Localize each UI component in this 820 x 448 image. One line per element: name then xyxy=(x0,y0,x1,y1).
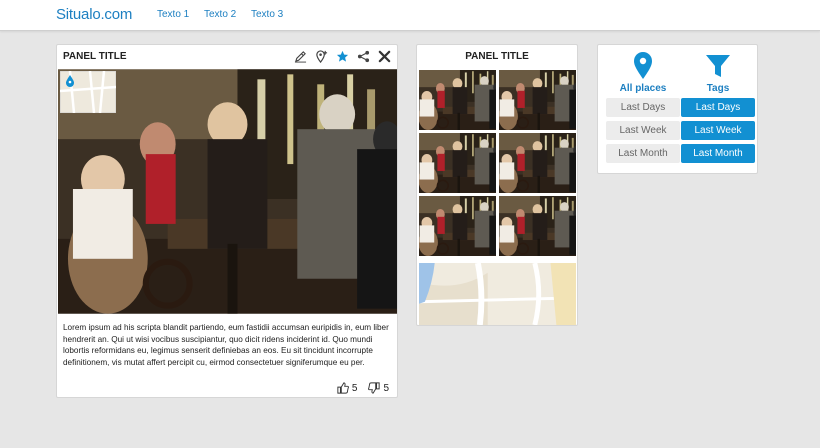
panel-toolbar xyxy=(294,49,391,63)
thumbs-up-icon[interactable] xyxy=(337,382,349,394)
gallery-thumb[interactable] xyxy=(419,196,496,256)
all-places-filter[interactable]: All places xyxy=(606,52,680,94)
tags-filter[interactable]: Tags xyxy=(681,52,755,94)
thumbs-down-icon[interactable] xyxy=(368,382,381,394)
tags-last-days-button[interactable]: Last Days xyxy=(681,98,755,117)
star-icon[interactable] xyxy=(336,50,349,63)
tags-label: Tags xyxy=(706,83,730,94)
gallery-thumb[interactable] xyxy=(419,70,496,130)
edit-icon[interactable] xyxy=(294,50,307,63)
main-panel: PANEL TITLE Lorem ipsum ad his scripta b… xyxy=(56,44,398,398)
location-map[interactable] xyxy=(419,263,576,325)
nav-link-texto-3[interactable]: Texto 3 xyxy=(251,9,283,20)
gallery-thumb[interactable] xyxy=(499,133,576,193)
tags-last-week-button[interactable]: Last Week xyxy=(681,121,755,140)
gallery-panel-title: PANEL TITLE xyxy=(465,51,529,62)
close-icon[interactable] xyxy=(378,50,391,63)
add-place-icon[interactable] xyxy=(315,49,328,63)
places-last-month-button[interactable]: Last Month xyxy=(606,144,680,163)
filter-funnel-icon xyxy=(706,55,730,77)
likes-count: 5 xyxy=(351,382,358,394)
gallery-panel: PANEL TITLE xyxy=(416,44,578,326)
mini-map-thumbnail[interactable] xyxy=(60,71,116,113)
votes-bar: 5 5 xyxy=(337,382,389,394)
places-last-days-button[interactable]: Last Days xyxy=(606,98,680,117)
nav-link-texto-2[interactable]: Texto 2 xyxy=(204,9,236,20)
filters-panel: All places Tags Last Days Last Days Last… xyxy=(597,44,758,174)
gallery-thumb[interactable] xyxy=(499,196,576,256)
brand-logo[interactable]: Situalo.com xyxy=(56,6,132,23)
map-pin-icon xyxy=(634,52,652,79)
dislikes-count: 5 xyxy=(383,382,389,394)
all-places-label: All places xyxy=(619,83,667,94)
top-navbar: Situalo.com Texto 1 Texto 2 Texto 3 xyxy=(0,0,820,31)
panel-title: PANEL TITLE xyxy=(63,51,127,62)
gallery-thumb[interactable] xyxy=(419,133,496,193)
place-description: Lorem ipsum ad his scripta blandit parti… xyxy=(63,323,389,367)
place-photo[interactable] xyxy=(58,69,397,314)
share-icon[interactable] xyxy=(357,50,370,63)
tags-last-month-button[interactable]: Last Month xyxy=(681,144,755,163)
places-last-week-button[interactable]: Last Week xyxy=(606,121,680,140)
nav-link-texto-1[interactable]: Texto 1 xyxy=(157,9,189,20)
gallery-thumb[interactable] xyxy=(499,70,576,130)
